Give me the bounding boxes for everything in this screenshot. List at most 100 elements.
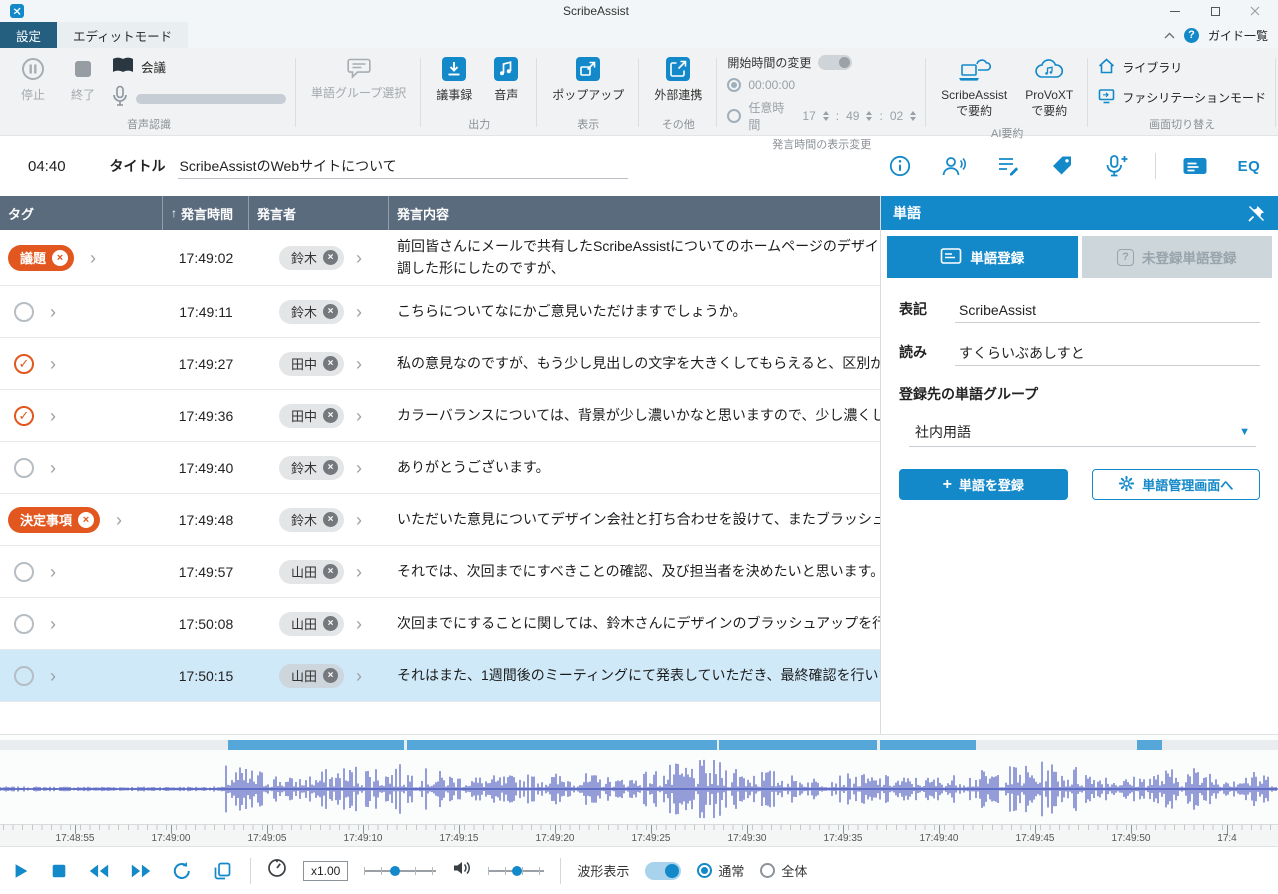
speaker-pill[interactable]: 山田 × [279,560,344,584]
speech-segment[interactable] [228,740,404,750]
facilitation-mode-button[interactable]: ファシリテーションモード [1098,88,1266,107]
row-expand-chevron[interactable]: › [90,249,96,267]
title-input[interactable] [178,154,628,179]
timeline-ruler[interactable]: 17:48:5517:49:0017:49:0517:49:1017:49:15… [0,824,1278,846]
guide-list-button[interactable]: ガイド一覧 [1208,27,1268,44]
tab-unregistered-words[interactable]: ? 未登録単語登録 [1082,236,1273,278]
row-expand-chevron[interactable]: › [116,511,122,529]
audio-waveform[interactable] [0,754,1278,824]
status-circle[interactable]: ✓ [14,406,34,426]
speech-segment[interactable] [880,740,976,750]
transcript-row[interactable]: › 17:50:08 山田 × › 次回までにすることに関しては、鈴木さんにデザ… [0,598,880,650]
speaker-remove-icon[interactable]: × [323,304,338,319]
volume-slider[interactable] [488,863,544,879]
replay-button[interactable] [170,859,194,883]
audio-export-button[interactable]: 音声 [485,54,527,106]
speaker-remove-icon[interactable]: × [323,668,338,683]
speaker-chevron[interactable]: › [356,511,362,529]
external-link-button[interactable]: 外部連携 [649,54,707,106]
tag-icon[interactable] [1047,151,1077,181]
speech-segment[interactable] [1137,740,1162,750]
utterance-text[interactable]: それはまた、1週間後のミーティングにて発表していただき、最終確認を行いたい [389,650,880,701]
volume-slider-handle[interactable] [512,866,522,876]
speaker-pill[interactable]: 鈴木 × [279,456,344,480]
speaker-remove-icon[interactable]: × [323,460,338,475]
tab-edit-mode[interactable]: エディットモード [57,22,188,48]
speaker-chevron[interactable]: › [356,615,362,633]
tag-remove-icon[interactable]: × [78,512,94,528]
library-button[interactable]: ライブラリ [1098,58,1266,77]
tab-word-register[interactable]: 単語登録 [887,236,1078,278]
scribeassist-summary-button[interactable]: ScribeAssist で要約 [936,54,1012,122]
transcript-row[interactable]: 議題 × › 17:49:02 鈴木 × › 前回皆さんにメールで共有したScr… [0,230,880,286]
speaker-pill[interactable]: 鈴木 × [279,246,344,270]
col-header-content[interactable]: 発言内容 [389,196,880,230]
word-panel-icon[interactable] [1180,151,1210,181]
waveform-display-toggle[interactable] [645,862,681,880]
rewind-button[interactable] [86,861,112,881]
minimize-button[interactable] [1168,4,1182,18]
help-icon[interactable]: ? [1184,28,1199,43]
utterance-text[interactable]: 次回までにすることに関しては、鈴木さんにデザインのブラッシュアップを行ってい [389,598,880,649]
speaker-manage-icon[interactable] [939,151,969,181]
info-icon[interactable] [885,151,915,181]
transcript-row[interactable]: › 17:50:15 山田 × › それはまた、1週間後のミーティングにて発表し… [0,650,880,702]
speech-segment[interactable] [719,740,877,750]
tag-badge[interactable]: 議題 × [8,245,74,271]
row-expand-chevron[interactable]: › [50,407,56,425]
ss-stepper[interactable] [910,111,916,121]
row-expand-chevron[interactable]: › [50,459,56,477]
utterance-text[interactable]: それでは、次回までにすべきことの確認、及び担当者を決めたいと思います。 [389,546,880,597]
col-header-speaker[interactable]: 発言者 [249,196,389,230]
start-time-toggle[interactable] [818,55,852,70]
register-word-button[interactable]: + 単語を登録 [899,469,1068,500]
row-expand-chevron[interactable]: › [50,355,56,373]
row-expand-chevron[interactable]: › [50,667,56,685]
transcript-row[interactable]: ✓ › 17:49:36 田中 × › カラーバランスについては、背景が少し濃い… [0,390,880,442]
speaker-remove-icon[interactable]: × [323,564,338,579]
speaker-pill[interactable]: 山田 × [279,664,344,688]
speed-slider-handle[interactable] [390,866,400,876]
speaker-pill[interactable]: 田中 × [279,352,344,376]
speaker-remove-icon[interactable]: × [323,408,338,423]
unpin-icon[interactable] [1247,204,1266,223]
transcript-row[interactable]: › 17:49:11 鈴木 × › こちらについてなにかご意見いただけますでしょ… [0,286,880,338]
row-expand-chevron[interactable]: › [50,563,56,581]
reading-input[interactable] [955,341,1260,366]
status-circle[interactable] [14,614,34,634]
tag-badge[interactable]: 決定事項 × [8,507,100,533]
tag-remove-icon[interactable]: × [52,250,68,266]
stop-button[interactable]: 停止 [12,54,54,106]
speaker-chevron[interactable]: › [356,407,362,425]
utterance-text[interactable]: こちらについてなにかご意見いただけますでしょうか。 [389,286,880,337]
collapse-ribbon-icon[interactable] [1164,32,1175,39]
speaker-chevron[interactable]: › [356,249,362,267]
transcript-row[interactable]: 決定事項 × › 17:49:48 鈴木 × › いただいた意見についてデザイン… [0,494,880,546]
radio-normal[interactable]: 通常 [697,861,744,880]
memo-icon[interactable] [993,151,1023,181]
col-header-time[interactable]: ↑ 発言時間 [163,196,249,230]
radio-whole[interactable]: 全体 [760,861,807,880]
speaker-chevron[interactable]: › [356,563,362,581]
mm-stepper[interactable] [866,111,872,121]
word-group-select-button[interactable]: 単語グループ選択 [306,54,411,104]
word-manage-button[interactable]: 単語管理画面へ [1092,469,1261,500]
provoxt-summary-button[interactable]: ProVoXT で要約 [1020,54,1078,122]
transcript-row[interactable]: ✓ › 17:49:27 田中 × › 私の意見なのですが、もう少し見出しの文字… [0,338,880,390]
speaker-pill[interactable]: 山田 × [279,612,344,636]
status-circle[interactable] [14,458,34,478]
radio-time-zero[interactable] [727,78,741,92]
hh-stepper[interactable] [823,111,829,121]
speaker-remove-icon[interactable]: × [323,356,338,371]
status-circle[interactable] [14,562,34,582]
speaker-chevron[interactable]: › [356,303,362,321]
speaker-chevron[interactable]: › [356,667,362,685]
utterance-text[interactable]: いただいた意見についてデザイン会社と打ち合わせを設けて、またブラッシュアッ [389,494,880,545]
utterance-text[interactable]: ありがとうございます。 [389,442,880,493]
utterance-text[interactable]: 前回皆さんにメールで共有したScribeAssistについてのホームページのデザ… [389,230,880,285]
notation-input[interactable] [955,298,1260,323]
word-group-select[interactable]: 社内用語 ▼ [909,418,1256,447]
repeat-section-button[interactable] [210,859,234,883]
speed-value[interactable]: x1.00 [303,861,348,881]
popup-button[interactable]: ポップアップ [547,54,629,106]
